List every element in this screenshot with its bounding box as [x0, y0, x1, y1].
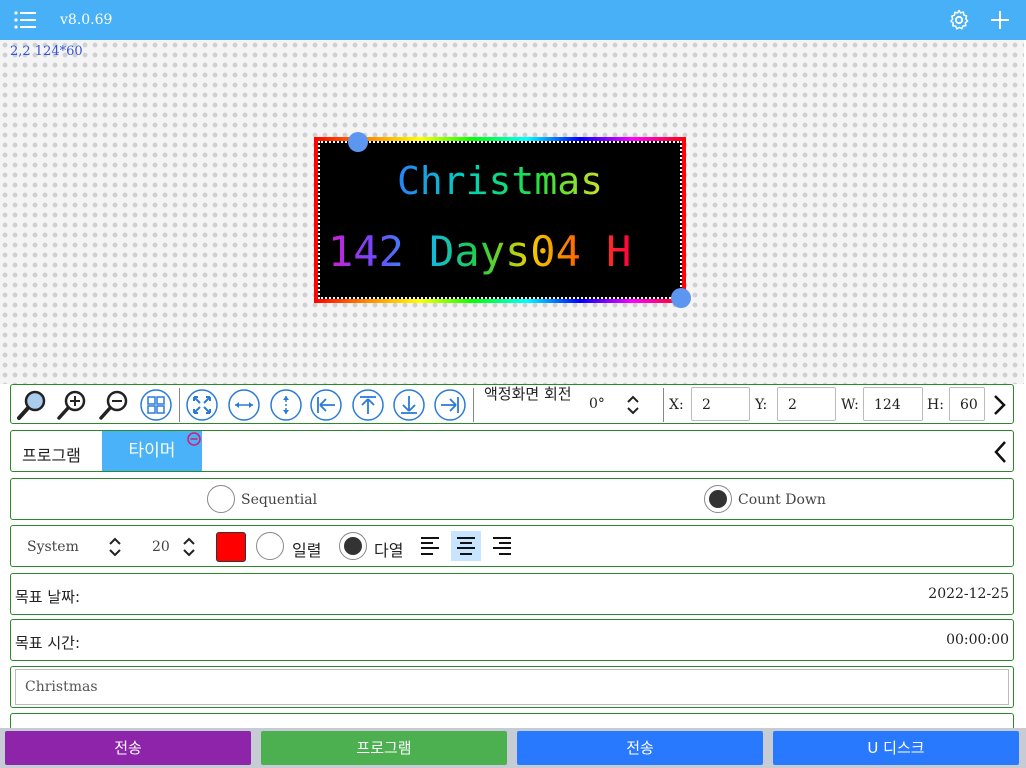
w-field[interactable]: 124	[863, 387, 923, 421]
target-date-value[interactable]: 2022-12-25	[928, 586, 1009, 602]
align-center-icon[interactable]	[451, 531, 481, 561]
y-label: Y:	[755, 397, 768, 413]
program-label: 프로그램	[22, 446, 81, 465]
zoom-out-icon[interactable]	[97, 388, 131, 422]
align-left-icon[interactable]	[415, 531, 445, 561]
target-time-label: 목표 시간:	[15, 634, 81, 652]
rotation-stepper-icon[interactable]	[625, 393, 641, 417]
menu-icon[interactable]	[14, 10, 38, 30]
text-format: System 20 일렬 다열	[10, 525, 1014, 567]
rotation-label: 액정화면 회전	[484, 385, 572, 403]
program-tabs: 프로그램 타이머	[10, 430, 1014, 472]
add-icon[interactable]	[988, 8, 1012, 32]
bottom-action-bar: 전송 프로그램 전송 U 디스크	[0, 728, 1026, 768]
w-label: W:	[841, 397, 859, 413]
x-field[interactable]: 2	[691, 387, 750, 421]
app-header: v8.0.69	[0, 0, 1026, 40]
resize-handle-top-left[interactable]	[348, 132, 368, 152]
target-time-row[interactable]: 목표 시간: 00:00:00	[10, 619, 1014, 661]
font-size-value: 20	[152, 539, 170, 555]
align-top-edge-icon[interactable]	[351, 388, 385, 422]
gear-icon[interactable]	[947, 8, 971, 32]
send-button[interactable]: 전송	[5, 731, 251, 765]
u-disk-button[interactable]: U 디스크	[773, 731, 1019, 765]
align-bottom-edge-icon[interactable]	[392, 388, 426, 422]
grid-icon[interactable]	[139, 388, 173, 422]
target-date-row[interactable]: 목표 날짜: 2022-12-25	[10, 573, 1014, 615]
multi-line-label: 다열	[374, 541, 404, 560]
edit-toolbar: 액정화면 회전 0° X: 2 Y: 2 W: 124 H: 60	[10, 384, 1014, 424]
countdown-label: Count Down	[738, 492, 826, 508]
font-size-stepper-icon[interactable]	[181, 535, 197, 559]
program-button[interactable]: 프로그램	[261, 731, 507, 765]
align-left-edge-icon[interactable]	[309, 388, 343, 422]
led-title-text: Christmas	[320, 159, 680, 203]
stretch-vertical-icon[interactable]	[269, 388, 303, 422]
h-label: H:	[927, 397, 944, 413]
search-icon[interactable]	[15, 388, 49, 422]
toolbar-divider	[179, 388, 180, 422]
sequential-label: Sequential	[241, 492, 318, 508]
h-field[interactable]: 60	[949, 387, 985, 421]
align-right-icon[interactable]	[487, 531, 517, 561]
align-right-edge-icon[interactable]	[433, 388, 467, 422]
title-text-panel: Christmas	[10, 666, 1014, 708]
target-time-value[interactable]: 00:00:00	[946, 632, 1009, 648]
single-line-label: 일렬	[292, 541, 322, 560]
single-line-radio[interactable]	[256, 532, 284, 560]
text-color-swatch[interactable]	[216, 532, 246, 562]
target-date-label: 목표 날짜:	[15, 588, 81, 606]
sequential-radio[interactable]	[207, 485, 235, 513]
chevron-left-icon[interactable]	[993, 439, 1009, 465]
remove-icon[interactable]	[187, 432, 201, 446]
countdown-radio[interactable]	[704, 485, 732, 513]
zoom-in-icon[interactable]	[55, 388, 89, 422]
stretch-horizontal-icon[interactable]	[227, 388, 261, 422]
chevron-right-icon[interactable]	[991, 393, 1007, 417]
led-countdown-text: 142 Days04 H	[328, 227, 632, 276]
resize-handle-bottom-right[interactable]	[671, 288, 691, 308]
led-canvas[interactable]: 2,2 124*60 Christmas 142 Days04 H	[0, 40, 1024, 384]
font-stepper-icon[interactable]	[107, 535, 123, 559]
toolbar-divider	[473, 388, 474, 422]
toolbar-divider	[663, 388, 664, 422]
y-field[interactable]: 2	[777, 387, 836, 421]
timer-mode: Sequential Count Down	[10, 478, 1014, 520]
font-select[interactable]: System	[27, 539, 79, 555]
rotation-value: 0°	[589, 396, 605, 412]
title-text-input[interactable]: Christmas	[15, 669, 1009, 705]
selection-coords: 2,2 124*60	[10, 44, 83, 59]
fit-screen-icon[interactable]	[185, 388, 219, 422]
x-label: X:	[669, 397, 684, 413]
led-preview[interactable]: Christmas 142 Days04 H	[314, 137, 686, 303]
multi-line-radio[interactable]	[339, 532, 367, 560]
app-version: v8.0.69	[60, 12, 113, 28]
transfer-button[interactable]: 전송	[517, 731, 763, 765]
